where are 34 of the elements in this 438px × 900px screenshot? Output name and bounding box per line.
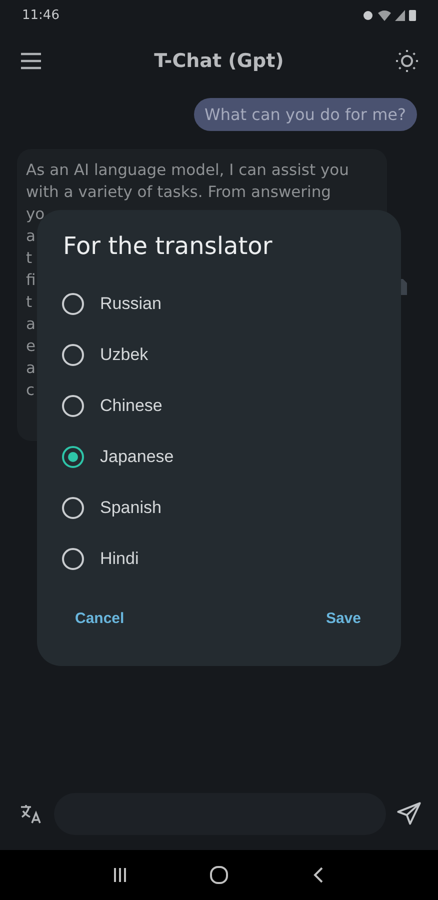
message-line: t xyxy=(26,248,32,269)
radio-button[interactable] xyxy=(62,548,84,570)
theme-toggle-button[interactable] xyxy=(394,48,420,74)
message-line: yo xyxy=(26,204,45,225)
radio-button[interactable] xyxy=(62,344,84,366)
radio-button[interactable] xyxy=(62,496,84,518)
user-message: What can you do for me? xyxy=(194,98,417,131)
battery-icon xyxy=(409,9,416,21)
dialog-title: For the translator xyxy=(62,232,274,260)
save-button[interactable]: Save xyxy=(314,604,373,633)
language-option[interactable]: Hindi xyxy=(37,533,401,584)
language-option[interactable]: Russian xyxy=(37,278,401,329)
signal-icon xyxy=(395,10,405,20)
language-option[interactable]: Japanese xyxy=(37,431,401,482)
message-line: e xyxy=(26,336,36,357)
app-title: T-Chat (Gpt) xyxy=(154,50,284,72)
message-line: with a variety of tasks. From answering xyxy=(26,182,332,203)
message-line: a xyxy=(26,226,36,247)
message-line: c xyxy=(26,380,35,401)
send-icon[interactable] xyxy=(396,801,422,827)
language-option[interactable]: Spanish xyxy=(37,482,401,533)
wifi-icon xyxy=(378,10,391,20)
message-line: t xyxy=(26,292,32,313)
message-line: As an AI language model, I can assist you xyxy=(26,160,349,181)
language-option[interactable]: Chinese xyxy=(37,380,401,431)
message-line: fi xyxy=(26,270,36,291)
language-option[interactable]: Uzbek xyxy=(37,329,401,380)
message-line: a xyxy=(26,314,36,335)
status-time: 11:46 xyxy=(22,8,60,22)
radio-button[interactable] xyxy=(62,446,84,468)
radio-button[interactable] xyxy=(62,292,84,314)
cancel-button[interactable]: Cancel xyxy=(63,604,136,633)
radio-button[interactable] xyxy=(62,394,84,416)
message-line: a xyxy=(26,358,36,379)
